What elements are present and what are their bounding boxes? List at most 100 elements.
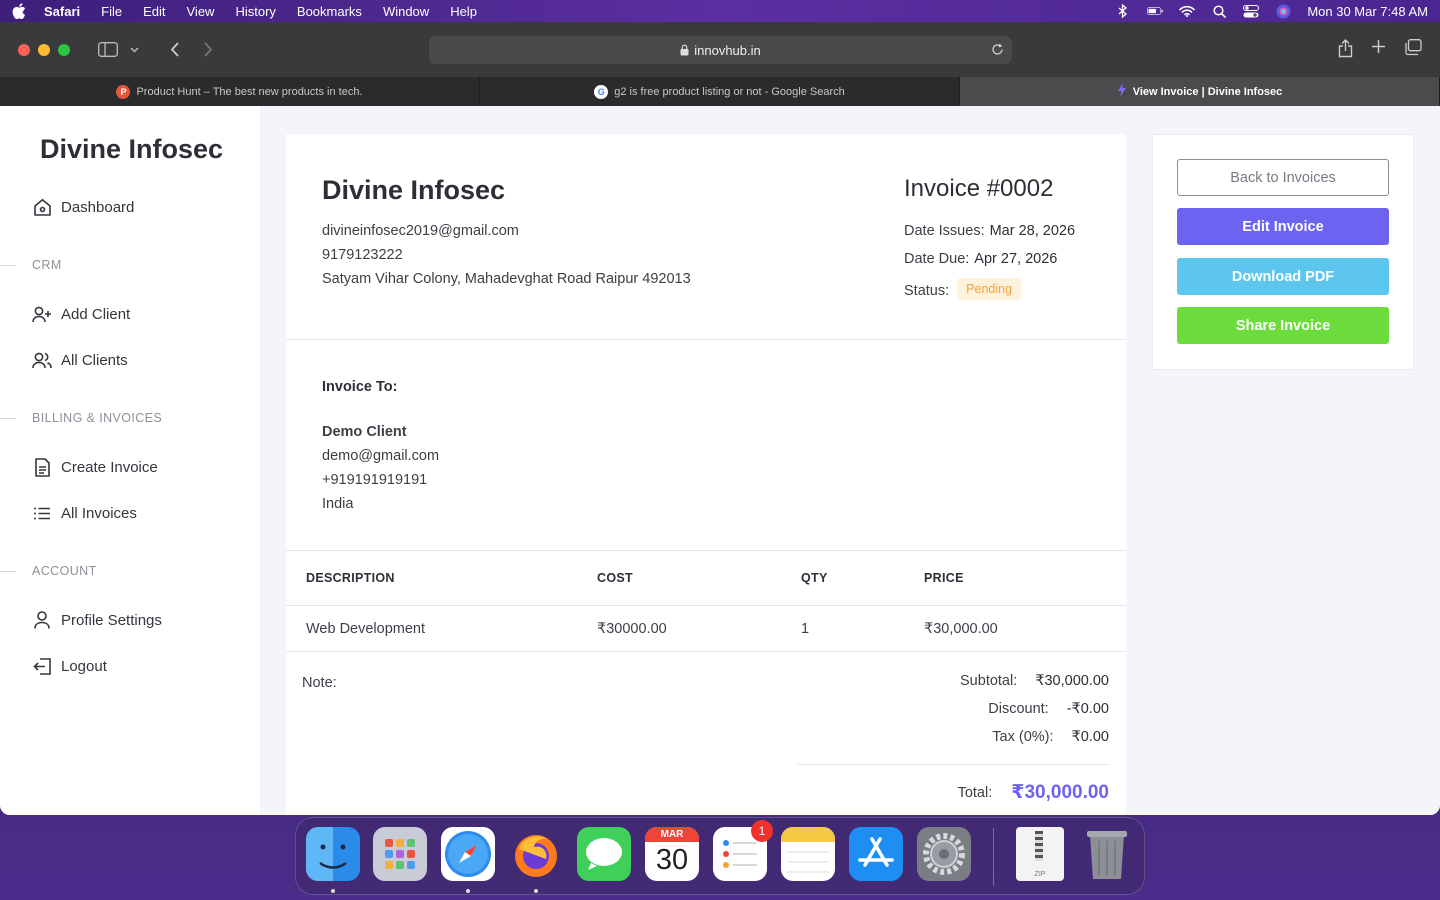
sidebar-item-add-client[interactable]: Add Client [32,304,130,324]
new-tab-icon[interactable] [1371,39,1386,63]
invoice-actions-panel: Back to Invoices Edit Invoice Download P… [1152,134,1414,370]
calendar-icon[interactable]: MAR 30 [645,827,699,881]
tab-view-invoice[interactable]: View Invoice | Divine Infosec [960,77,1440,106]
menu-safari[interactable]: Safari [44,4,80,19]
calendar-day: 30 [655,844,689,876]
spotlight-search-icon[interactable] [1211,4,1227,18]
chevron-down-icon[interactable] [128,38,140,62]
share-icon[interactable] [1338,39,1353,63]
launchpad-icon[interactable] [373,827,427,881]
invoice-to-label: Invoice To: [322,379,398,395]
section-billing: BILLING & INVOICES [32,411,163,425]
apple-icon[interactable] [12,3,26,19]
items-table-header: DESCRIPTION COST QTY PRICE [286,551,1126,606]
tax-line: Tax (0%): ₹0.00 [992,729,1109,745]
total-value: ₹30,000.00 [1011,782,1109,803]
minimize-window-button[interactable] [38,43,50,56]
sidebar-item-logout[interactable]: Logout [32,656,107,676]
control-center-icon[interactable] [1243,4,1260,18]
status-label: Status: [904,283,950,299]
forward-arrow-icon[interactable] [194,38,222,62]
sidebar-item-create-invoice[interactable]: Create Invoice [32,457,158,477]
sidebar-item-label: Create Invoice [61,458,158,476]
user-plus-icon [32,304,52,324]
company-email: divineinfosec2019@gmail.com [322,223,519,239]
bluetooth-icon[interactable] [1115,4,1131,18]
date-issues-value: Mar 28, 2026 [989,223,1076,239]
trash-icon[interactable] [1082,827,1132,881]
sidebar-brand[interactable]: Divine Infosec [40,134,223,165]
sidebar-item-all-invoices[interactable]: All Invoices [32,503,137,523]
subtotal-line: Subtotal: ₹30,000.00 [960,673,1109,689]
finder-icon[interactable] [306,827,360,881]
reminders-icon[interactable]: 1 [713,820,773,881]
safari-window: innovhub.in P Product Hunt – The best ne… [0,22,1440,815]
subtotal-value: ₹30,000.00 [1035,673,1109,689]
dock-separator [993,828,994,886]
menu-help[interactable]: Help [450,4,477,19]
safari-app-icon[interactable] [441,827,495,881]
menu-bookmarks[interactable]: Bookmarks [297,4,362,19]
menubar-clock[interactable]: Mon 30 Mar 7:48 AM [1307,4,1428,19]
menu-history[interactable]: History [235,4,275,19]
sidebar-item-profile-settings[interactable]: Profile Settings [32,610,162,630]
tab-google-search[interactable]: G g2 is free product listing or not - Go… [480,77,960,106]
subtotal-label: Subtotal: [960,673,1018,689]
firefox-icon[interactable] [509,827,563,881]
row-cost: ₹30000.00 [597,620,667,637]
section-divider [0,418,16,419]
list-icon [32,503,52,523]
back-to-invoices-button[interactable]: Back to Invoices [1177,159,1389,196]
tab-overview-icon[interactable] [1404,39,1422,63]
row-qty: 1 [801,620,810,637]
siri-icon[interactable] [1275,4,1291,18]
calendar-month: MAR [645,827,699,842]
invoice-number: Invoice #0002 [904,175,1054,202]
close-window-button[interactable] [18,43,30,56]
sidebar-item-label: Profile Settings [61,611,162,629]
section-divider [0,571,16,572]
client-country: India [322,496,354,512]
discount-label: Discount: [988,701,1049,717]
notes-icon[interactable] [781,827,835,881]
edit-invoice-button[interactable]: Edit Invoice [1177,208,1389,245]
zip-file-icon[interactable]: ZIP [1016,827,1064,881]
back-arrow-icon[interactable] [160,38,188,62]
menu-edit[interactable]: Edit [143,4,165,19]
company-name: Divine Infosec [322,175,506,205]
window-controls [18,43,70,56]
sidebar-item-all-clients[interactable]: All Clients [32,350,128,370]
tax-label: Tax (0%): [992,729,1054,745]
sidebar-item-dashboard[interactable]: Dashboard [32,197,134,217]
menu-file[interactable]: File [101,4,122,19]
zipper-icon [1035,831,1043,861]
menu-view[interactable]: View [187,4,215,19]
date-due: Date Due: Apr 27, 2026 [904,251,1057,267]
web-page: Divine Infosec Dashboard CRM Add Client … [0,106,1440,815]
sidebar-toggle-icon[interactable] [94,38,122,62]
zoom-window-button[interactable] [58,43,70,56]
note-label: Note: [302,675,337,691]
reload-icon[interactable] [991,43,1004,59]
sidebar-item-label: All Invoices [61,504,137,522]
wifi-icon[interactable] [1179,4,1196,18]
running-indicator [534,889,538,893]
download-pdf-button[interactable]: Download PDF [1177,258,1389,295]
column-cost: COST [597,571,633,585]
reminders-badge: 1 [751,820,773,842]
share-invoice-button[interactable]: Share Invoice [1177,307,1389,344]
status-badge: Pending [957,278,1022,300]
battery-icon[interactable] [1147,4,1164,18]
running-indicator [331,889,335,893]
tab-product-hunt[interactable]: P Product Hunt – The best new products i… [0,77,480,106]
zip-label: ZIP [1034,871,1046,878]
address-bar[interactable]: innovhub.in [429,36,1012,64]
company-address: Satyam Vihar Colony, Mahadevghat Road Ra… [322,271,691,287]
menu-window[interactable]: Window [383,4,429,19]
messages-icon[interactable] [577,827,631,881]
system-settings-icon[interactable] [917,827,971,881]
sidebar-item-label: All Clients [61,351,128,369]
app-store-icon[interactable] [849,827,903,881]
macos-dock: MAR 30 1 ZIP [295,817,1145,895]
date-due-value: Apr 27, 2026 [974,251,1058,267]
